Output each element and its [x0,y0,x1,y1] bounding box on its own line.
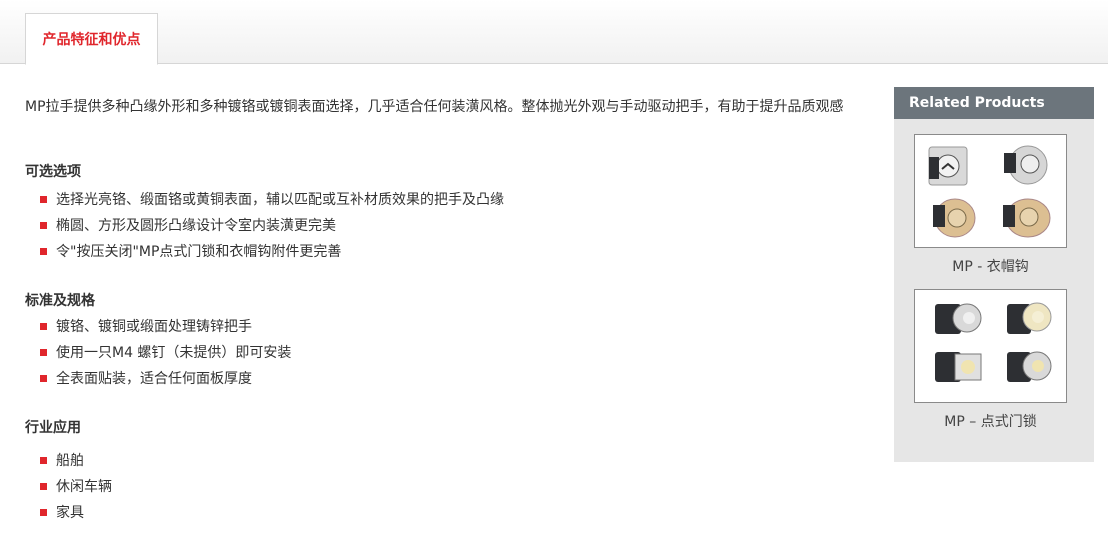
product-image-door-latch[interactable] [914,289,1067,403]
product-caption[interactable]: MP - 衣帽钩 [914,256,1067,276]
bullet-square-icon [40,195,47,203]
bullet-square-icon [40,348,47,356]
product-caption[interactable]: MP – 点式门锁 [914,411,1067,431]
list-item: 使用一只M4 螺钉（未提供）即可安装 [40,339,291,365]
section-title-options: 可选选项 [25,164,81,180]
list-item: 家具 [40,499,112,525]
main-content: MP拉手提供多种凸缘外形和多种镀铬或镀铜表面选择，几乎适合任何装潢风格。整体抛光… [25,97,877,521]
applications-list: 船舶 休闲车辆 家具 [40,447,112,525]
bullet-square-icon [40,456,47,464]
tab-product-features[interactable]: 产品特征和优点 [25,13,158,65]
bullet-square-icon [40,482,47,490]
section-title-standards: 标准及规格 [25,293,95,309]
product-card-coat-hook[interactable]: MP - 衣帽钩 [914,134,1067,276]
section-title-applications: 行业应用 [25,420,81,436]
list-item: 椭圆、方形及圆形凸缘设计令室内装潢更完美 [40,212,504,238]
door-latch-illustration [935,302,1052,382]
related-products-sidebar: Related Products MP - 衣帽钩 MP – 点式门锁 [894,87,1094,462]
list-item: 全表面贴装，适合任何面板厚度 [40,365,291,391]
list-item: 镀铬、镀铜或缎面处理铸锌把手 [40,313,291,339]
product-image-coat-hook[interactable] [914,134,1067,248]
intro-paragraph: MP拉手提供多种凸缘外形和多种镀铬或镀铜表面选择，几乎适合任何装潢风格。整体抛光… [25,99,844,115]
bullet-square-icon [40,247,47,255]
bullet-square-icon [40,374,47,382]
list-item: 令"按压关闭"MP点式门锁和衣帽钩附件更完善 [40,238,504,264]
tab-bar: 产品特征和优点 [0,0,1108,65]
list-item: 船舶 [40,447,112,473]
list-item: 休闲车辆 [40,473,112,499]
sidebar-title: Related Products [894,87,1094,119]
coat-hook-illustration [928,145,1051,238]
options-list: 选择光亮铬、缎面铬或黄铜表面，辅以匹配或互补材质效果的把手及凸缘 椭圆、方形及圆… [40,186,504,264]
bullet-square-icon [40,322,47,330]
list-item: 选择光亮铬、缎面铬或黄铜表面，辅以匹配或互补材质效果的把手及凸缘 [40,186,504,212]
bullet-square-icon [40,508,47,516]
standards-list: 镀铬、镀铜或缎面处理铸锌把手 使用一只M4 螺钉（未提供）即可安装 全表面贴装，… [40,313,291,391]
product-card-door-latch[interactable]: MP – 点式门锁 [914,289,1067,431]
bullet-square-icon [40,221,47,229]
